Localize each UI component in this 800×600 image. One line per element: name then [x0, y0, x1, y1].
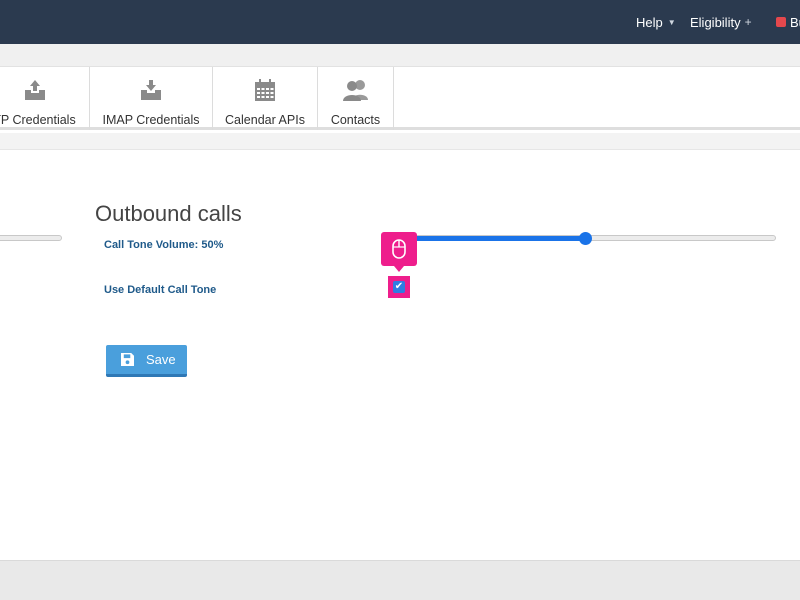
mouse-cursor-indicator — [381, 232, 417, 272]
plus-icon: + — [744, 15, 752, 29]
caret-down-icon: ▼ — [667, 17, 676, 27]
eligibility-menu[interactable]: Eligibility + — [690, 0, 752, 44]
settings-tab-strip: TP Credentials IMAP Credentials Calendar… — [0, 67, 800, 130]
content-divider — [0, 133, 800, 150]
tab-label: Calendar APIs — [225, 113, 305, 127]
top-header: Help ▼ Eligibility + Bu — [0, 0, 800, 44]
tab-tp-credentials[interactable]: TP Credentials — [0, 67, 90, 130]
save-button[interactable]: Save — [106, 345, 187, 377]
tab-label: Contacts — [330, 113, 381, 127]
save-button-label: Save — [146, 352, 176, 367]
help-menu-label: Help — [636, 14, 663, 30]
contacts-icon — [341, 76, 371, 104]
tab-contacts[interactable]: Contacts — [318, 67, 394, 130]
header-spacer — [0, 44, 800, 67]
page-footer — [0, 560, 800, 600]
inbox-upload-icon — [23, 76, 47, 104]
status-menu-label: Bu — [790, 14, 800, 30]
tab-calendar-apis[interactable]: Calendar APIs — [213, 67, 318, 130]
slider-fill — [395, 236, 586, 241]
tab-label: IMAP Credentials — [102, 113, 200, 127]
help-menu[interactable]: Help ▼ — [636, 0, 676, 44]
previous-slider-track[interactable] — [0, 235, 62, 241]
checkmark-icon: ✔ — [394, 281, 404, 292]
inbox-download-icon — [139, 76, 163, 104]
default-call-tone-highlight: ✔ — [388, 276, 410, 298]
default-call-tone-checkbox[interactable]: ✔ — [393, 281, 405, 293]
status-menu[interactable]: Bu — [776, 0, 800, 44]
mouse-icon — [392, 239, 406, 259]
slider-thumb[interactable] — [579, 232, 592, 245]
call-tone-volume-label: Call Tone Volume: 50% — [104, 239, 224, 251]
tab-label: TP Credentials — [0, 113, 76, 127]
floppy-disk-icon — [121, 353, 134, 366]
tab-imap-credentials[interactable]: IMAP Credentials — [90, 67, 213, 130]
status-indicator-icon — [776, 17, 786, 27]
calendar-icon — [254, 76, 276, 104]
section-title: Outbound calls — [95, 201, 242, 226]
default-call-tone-label: Use Default Call Tone — [104, 284, 217, 296]
eligibility-menu-label: Eligibility — [690, 14, 741, 30]
